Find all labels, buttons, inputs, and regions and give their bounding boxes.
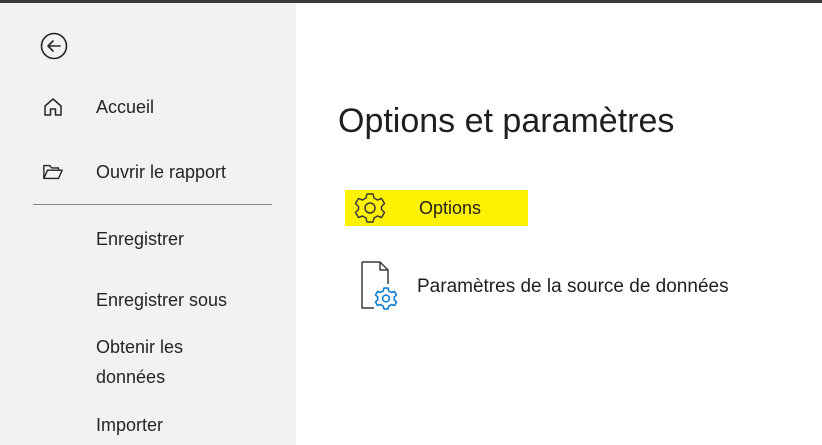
sidebar-item-enregistrer[interactable]: Enregistrer: [0, 222, 296, 256]
document-settings-icon: [361, 261, 398, 310]
data-source-settings-label: Paramètres de la source de données: [417, 276, 729, 297]
back-button[interactable]: [34, 26, 74, 66]
sidebar-divider: [33, 204, 272, 205]
sidebar-item-obtenir-les-donnees[interactable]: Obtenir les données: [0, 332, 296, 394]
sidebar-item-label: Accueil: [96, 97, 155, 117]
sidebar-item-accueil[interactable]: Accueil: [0, 90, 296, 124]
sidebar-item-label: Ouvrir le rapport: [96, 162, 227, 182]
sidebar-item-importer[interactable]: Importer: [0, 408, 296, 442]
folder-open-icon: [42, 161, 64, 183]
data-source-settings-button[interactable]: Paramètres de la source de données: [354, 258, 794, 318]
sidebar-item-label: Importer: [96, 415, 164, 435]
sidebar-item-label: Enregistrer: [96, 229, 185, 249]
sidebar-item-label: Obtenir les données: [96, 337, 184, 387]
sidebar: Accueil Ouvrir le rapport Enregistrer En…: [0, 3, 296, 445]
home-icon: [42, 96, 64, 118]
sidebar-item-enregistrer-sous[interactable]: Enregistrer sous: [0, 283, 296, 317]
page-title: Options et paramètres: [338, 102, 675, 140]
sidebar-item-ouvrir-le-rapport[interactable]: Ouvrir le rapport: [0, 155, 296, 189]
back-arrow-icon: [40, 32, 68, 60]
sidebar-item-label: Enregistrer sous: [96, 290, 228, 310]
gear-icon: [354, 193, 386, 223]
options-label: Options: [419, 198, 482, 218]
options-button[interactable]: Options: [345, 190, 528, 226]
